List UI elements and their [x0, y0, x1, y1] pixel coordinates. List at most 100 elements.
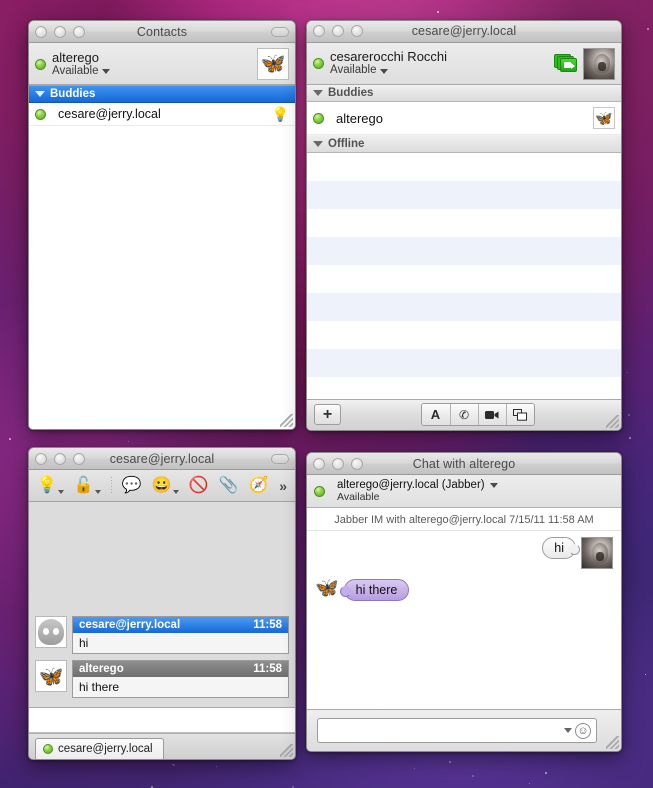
zoom-button[interactable]	[73, 25, 85, 38]
chat-mode-segmented-control[interactable]: A ✆	[420, 403, 535, 427]
account-avatar[interactable]: 🦋	[257, 48, 289, 80]
minimize-button[interactable]	[54, 25, 66, 38]
chat-tab[interactable]: cesare@jerry.local	[35, 738, 164, 759]
desktop-background: Contacts alterego Available 🦋 Buddies ce…	[0, 0, 653, 788]
block-bubble-icon[interactable]: 🚫	[189, 477, 209, 494]
audio-chat-icon[interactable]: ✆	[449, 404, 478, 426]
window-controls[interactable]	[35, 452, 85, 465]
zoom-button[interactable]	[351, 25, 363, 38]
ghost-icon	[35, 616, 67, 648]
unlocked-padlock-icon[interactable]: 🔓	[74, 477, 101, 494]
ichat-tab-bar[interactable]: cesare@jerry.local	[29, 733, 295, 759]
message-bubble[interactable]: cesare@jerry.local 11:58 hi	[72, 616, 289, 654]
disclosure-triangle-icon[interactable]	[313, 90, 323, 97]
buddylist-titlebar[interactable]: cesare@jerry.local	[307, 21, 621, 43]
buddy-list-item[interactable]: alterego 🦋	[307, 102, 621, 136]
minimize-button[interactable]	[54, 452, 66, 465]
contacts-account-header[interactable]: alterego Available 🦋	[29, 43, 295, 85]
chat-input-field[interactable]: ☺	[317, 718, 597, 743]
ichat-window[interactable]: cesare@jerry.local 💡 🔓 💬 😀 🚫 📎 🧭 » cesar…	[28, 447, 296, 760]
toolbar-toggle-button[interactable]	[271, 453, 289, 464]
resize-grip[interactable]	[606, 415, 619, 429]
star-icon	[545, 772, 548, 775]
butterfly-icon: 🦋	[315, 578, 339, 599]
chevron-down-icon[interactable]	[564, 728, 572, 733]
chat-titlebar[interactable]: Chat with alterego	[307, 453, 621, 475]
account-status[interactable]: Available	[52, 65, 257, 79]
text-chat-icon[interactable]: A	[421, 404, 450, 426]
compass-icon[interactable]: 🧭	[249, 477, 269, 494]
account-name: alterego	[52, 49, 99, 65]
chevron-down-icon[interactable]	[380, 68, 389, 74]
chat-buddy-status: Available	[337, 491, 380, 503]
list-row	[307, 321, 621, 349]
ichat-input-strip[interactable]	[29, 707, 295, 733]
group-header-buddies[interactable]: Buddies	[29, 85, 295, 103]
chat-session-meta: Jabber IM with alterego@jerry.local 7/15…	[307, 508, 621, 531]
contacts-window[interactable]: Contacts alterego Available 🦋 Buddies ce…	[28, 20, 296, 430]
chevron-down-icon[interactable]	[102, 69, 111, 75]
minimize-button[interactable]	[332, 457, 344, 470]
paperclip-icon[interactable]: 📎	[219, 477, 239, 494]
close-button[interactable]	[35, 25, 47, 38]
ichat-message-list[interactable]: cesare@jerry.local 11:58 hi 🦋 alterego 1…	[29, 502, 295, 707]
close-button[interactable]	[313, 25, 325, 38]
chevron-down-icon[interactable]	[489, 482, 498, 488]
buddylist-toolbar[interactable]: + A ✆	[307, 398, 621, 430]
window-controls[interactable]	[313, 25, 363, 38]
message-sender: alterego	[79, 663, 124, 675]
window-controls[interactable]	[35, 25, 85, 38]
close-button[interactable]	[35, 452, 47, 465]
resize-grip[interactable]	[280, 414, 293, 427]
star-icon	[173, 764, 176, 767]
toolbar-separator	[110, 476, 112, 495]
video-chat-icon[interactable]	[477, 404, 506, 426]
buddy-list-item[interactable]: cesare@jerry.local 💡	[29, 103, 295, 126]
chat-buddy-name: alterego@jerry.local (Jabber)	[337, 479, 485, 491]
toolbar-toggle-button[interactable]	[271, 26, 289, 37]
chat-bubble-icon[interactable]: 💬	[122, 477, 142, 494]
ichat-titlebar[interactable]: cesare@jerry.local	[29, 448, 295, 470]
chat-transcript[interactable]: hi 🦋 hi there	[307, 531, 621, 709]
chat-bubble-outgoing: hi	[542, 537, 580, 559]
list-row	[307, 236, 621, 265]
message-row[interactable]: 🦋 alterego 11:58 hi there	[29, 657, 295, 701]
resize-grip[interactable]	[606, 736, 619, 749]
window-controls[interactable]	[313, 457, 363, 470]
toolbar-overflow-chevrons[interactable]: »	[279, 478, 287, 494]
chat-window[interactable]: Chat with alterego alterego@jerry.local …	[306, 452, 622, 752]
account-avatar[interactable]	[583, 47, 615, 80]
add-buddy-button[interactable]: +	[314, 404, 341, 426]
chat-message-row: 🦋 hi there	[315, 579, 613, 601]
chat-buddy-line[interactable]: alterego@jerry.local (Jabber)	[337, 479, 498, 491]
message-bubble[interactable]: alterego 11:58 hi there	[72, 660, 289, 698]
message-input[interactable]	[323, 723, 561, 738]
contacts-titlebar[interactable]: Contacts	[29, 21, 295, 43]
ichat-toolbar[interactable]: 💡 🔓 💬 😀 🚫 📎 🧭 »	[29, 470, 295, 502]
group-header-buddies[interactable]: Buddies	[307, 84, 621, 103]
smiley-icon[interactable]: 😀	[152, 477, 179, 494]
chat-buddy-header[interactable]: alterego@jerry.local (Jabber) Available	[307, 475, 621, 508]
account-status[interactable]: Available	[330, 64, 554, 78]
lightbulb-icon[interactable]: 💡	[37, 477, 64, 494]
chat-footer[interactable]: ☺	[307, 709, 621, 751]
video-camera-icon[interactable]	[554, 53, 578, 74]
buddylist-account-header[interactable]: cesarerocchi Rocchi Available	[307, 42, 621, 85]
message-row[interactable]: cesare@jerry.local 11:58 hi	[29, 613, 295, 657]
disclosure-triangle-icon[interactable]	[313, 140, 323, 147]
close-button[interactable]	[313, 457, 325, 470]
buddy-avatar[interactable]: 🦋	[593, 107, 615, 130]
star-icon	[128, 441, 129, 442]
smiley-picker-icon[interactable]: ☺	[575, 722, 591, 739]
zoom-button[interactable]	[73, 452, 85, 465]
disclosure-triangle-icon[interactable]	[35, 91, 45, 97]
minimize-button[interactable]	[332, 25, 344, 38]
resize-grip[interactable]	[280, 744, 293, 757]
account-name: cesarerocchi Rocchi	[330, 49, 448, 65]
zoom-button[interactable]	[351, 457, 363, 470]
buddylist-window[interactable]: cesare@jerry.local cesarerocchi Rocchi A…	[306, 20, 622, 431]
group-header-offline[interactable]: Offline	[307, 135, 621, 153]
star-icon	[529, 783, 530, 784]
status-dot-online-icon	[314, 485, 325, 497]
screen-share-icon[interactable]	[505, 404, 534, 426]
